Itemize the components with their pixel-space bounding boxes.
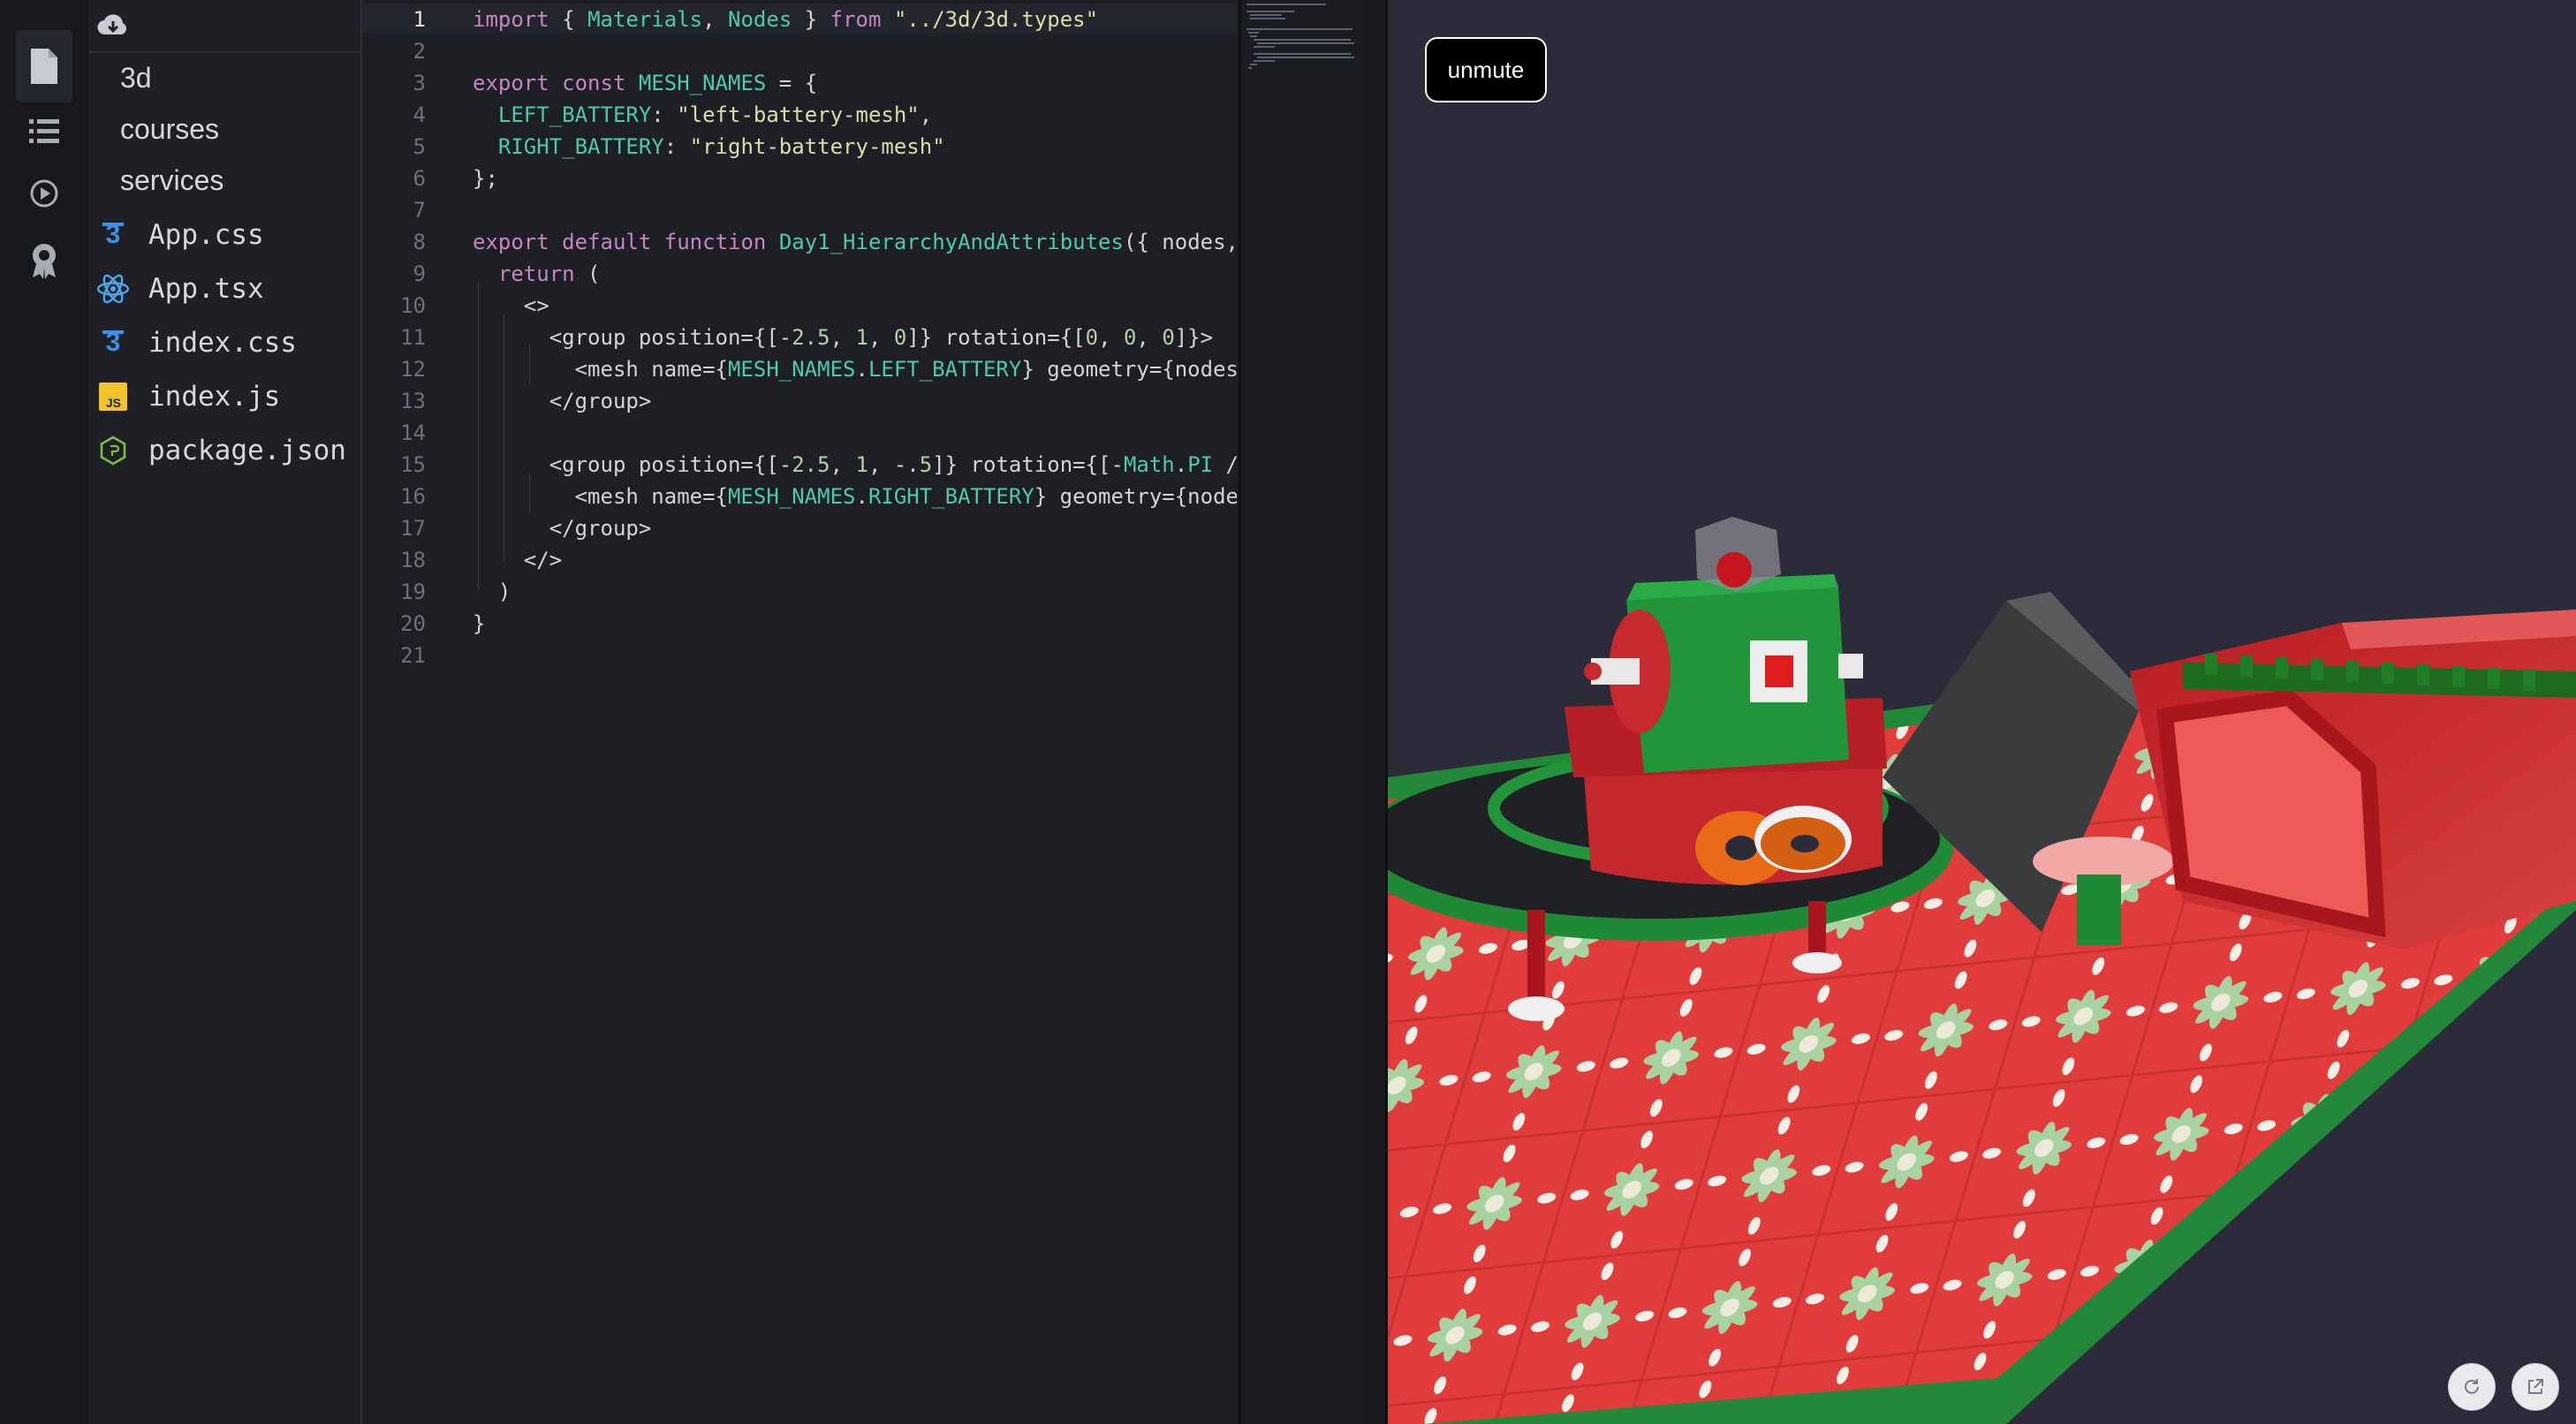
line-number: 15 (400, 452, 426, 477)
file-name: package.json (148, 435, 346, 466)
line-number: 13 (400, 389, 426, 413)
code-line: return ( (497, 261, 601, 286)
code-line: RIGHT_BATTERY: "right-battery-mesh" (497, 134, 945, 159)
line-number: 8 (413, 230, 426, 254)
file-app-tsx[interactable]: App.tsx (94, 266, 264, 312)
js-icon: JS (94, 377, 133, 416)
code-line: LEFT_BATTERY: "left-battery-mesh", (497, 102, 933, 127)
refresh-icon[interactable] (2448, 1363, 2496, 1411)
line-number: 2 (413, 39, 426, 64)
code-line: } (473, 611, 486, 636)
line-number: 10 (400, 293, 426, 318)
line-number: 5 (413, 134, 426, 159)
code-line: export const MESH_NAMES = { (473, 71, 818, 95)
code-line: <mesh name={MESH_NAMES.LEFT_BATTERY} geo… (473, 357, 1237, 382)
code-line: export default function Day1_HierarchyAn… (473, 230, 1237, 254)
code-line: </group> (473, 389, 652, 413)
folder-courses[interactable]: courses (120, 113, 219, 146)
file-name: index.css (148, 327, 297, 359)
line-number: 11 (400, 325, 426, 350)
activity-bar (0, 0, 89, 1424)
file-app-css[interactable]: 3 App.css (94, 212, 264, 258)
line-number: 14 (400, 420, 426, 445)
file-name: App.tsx (148, 273, 264, 305)
files-icon[interactable] (22, 44, 66, 88)
react-icon (94, 269, 133, 308)
folder-3d[interactable]: 3d (120, 62, 152, 95)
editor-scrollbar[interactable] (1360, 0, 1385, 1424)
preview-pane[interactable]: unmute (1388, 0, 2576, 1424)
code-line: import { Materials, Nodes } from "../3d/… (473, 7, 1099, 32)
folder-services[interactable]: services (120, 164, 224, 197)
code-line: </> (473, 548, 563, 572)
file-index-js[interactable]: JS index.js (94, 374, 280, 420)
line-number: 4 (413, 102, 426, 127)
explorer-header (88, 0, 360, 53)
code-line: <group position={[-2.5, 1, 0]} rotation=… (473, 325, 1214, 350)
file-name: App.css (148, 219, 264, 251)
external-link-icon[interactable] (2512, 1363, 2559, 1411)
node-icon (94, 431, 133, 470)
code-line: ) (473, 579, 511, 604)
line-number: 19 (400, 579, 426, 604)
code-line: }; (473, 166, 498, 191)
line-number: 17 (400, 516, 426, 541)
line-number: 12 (400, 357, 426, 382)
css-icon: 3 (94, 323, 133, 362)
code-content[interactable]: import { Materials, Nodes } from "../3d/… (473, 0, 1237, 707)
line-number: 1 (413, 7, 426, 32)
file-explorer: 3d courses services 3 App.css App.tsx 3 … (88, 0, 362, 1424)
line-number: 20 (400, 611, 426, 636)
play-circle-icon[interactable] (22, 171, 66, 216)
file-name: index.js (148, 381, 281, 413)
file-index-css[interactable]: 3 index.css (94, 320, 297, 366)
svg-text:JS: JS (106, 396, 121, 410)
line-number: 9 (413, 261, 426, 286)
minimap[interactable] (1239, 0, 1363, 1424)
unmute-button[interactable]: unmute (1425, 37, 1547, 102)
cloud-download-icon[interactable] (95, 7, 131, 42)
code-line: <mesh name={MESH_NAMES.RIGHT_BATTERY} ge… (473, 484, 1237, 509)
badge-icon[interactable] (22, 239, 66, 283)
line-number: 18 (400, 548, 426, 572)
list-icon[interactable] (22, 109, 66, 153)
file-package-json[interactable]: package.json (94, 428, 346, 473)
code-editor[interactable]: 1 2 3 4 5 6 7 8 9 10 11 12 13 14 15 16 1… (362, 0, 1237, 1424)
scene-canvas[interactable] (1388, 0, 2576, 1424)
line-number: 21 (400, 643, 426, 668)
line-number: 6 (413, 166, 426, 191)
line-number: 3 (413, 71, 426, 95)
line-number: 16 (400, 484, 426, 509)
line-number: 7 (413, 198, 426, 223)
code-line: </group> (473, 516, 652, 541)
css-icon: 3 (94, 216, 133, 254)
code-line: <> (473, 293, 549, 318)
code-line: <group position={[-2.5, 1, -.5]} rotatio… (473, 452, 1237, 477)
